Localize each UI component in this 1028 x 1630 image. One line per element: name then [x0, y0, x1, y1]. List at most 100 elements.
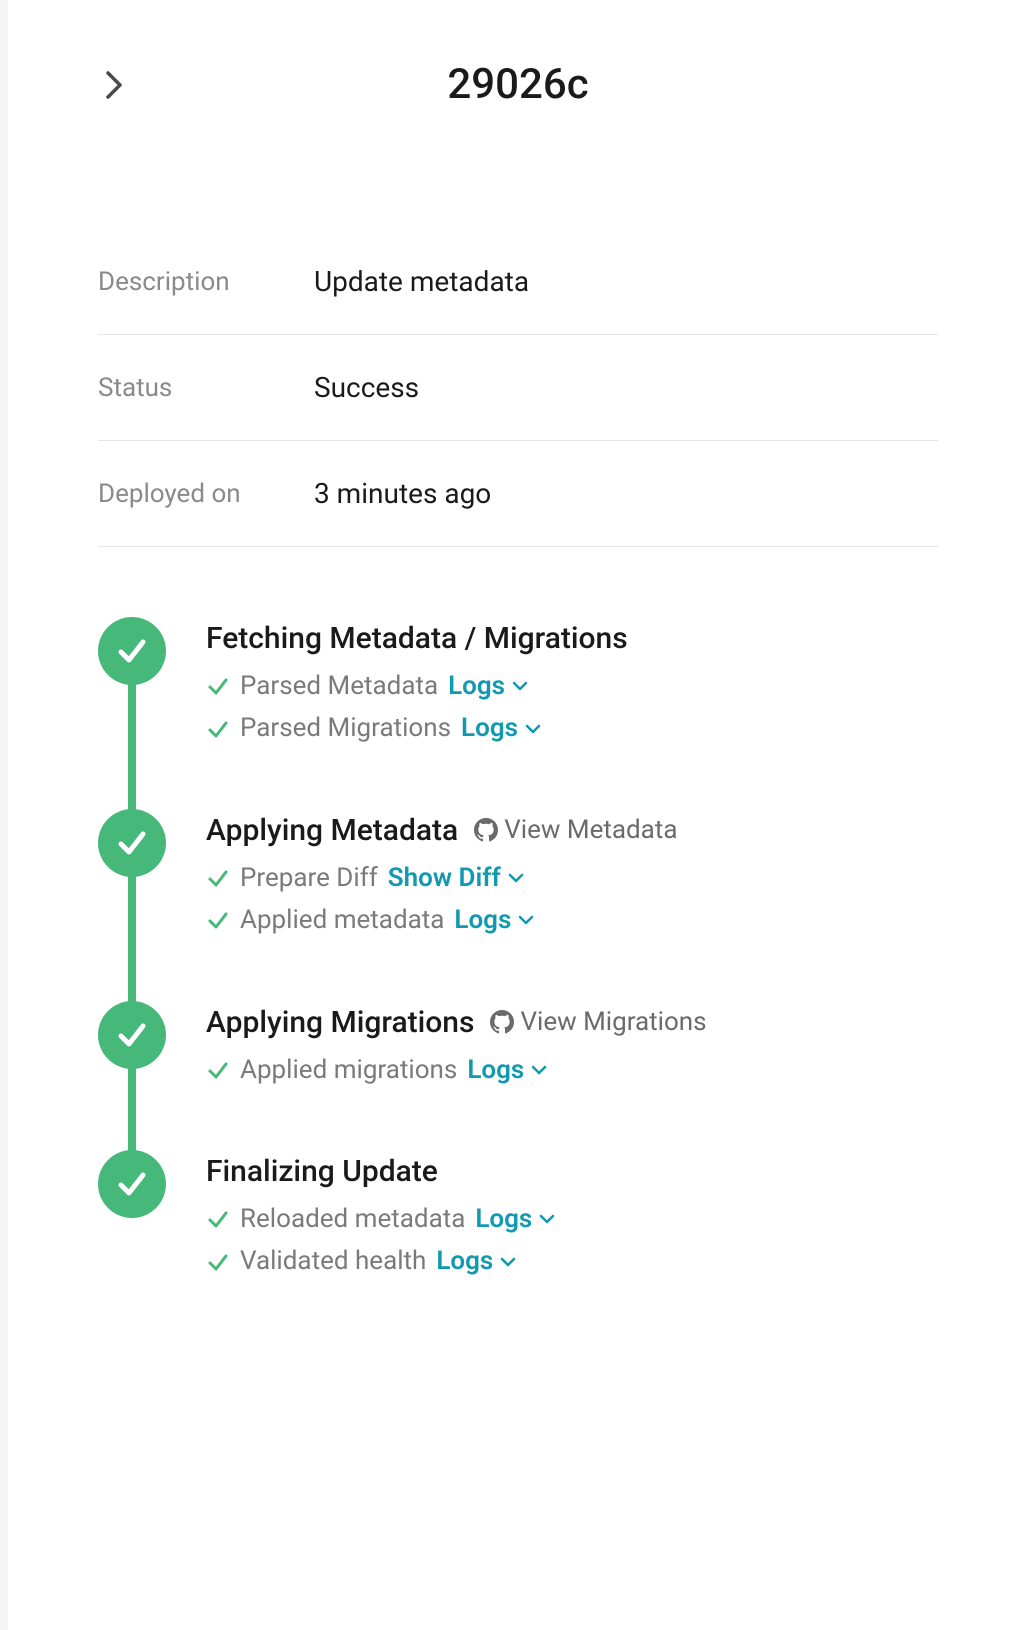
substep: Applied migrations Logs — [206, 1052, 938, 1088]
substep-check-icon — [206, 866, 230, 890]
page-title: 29026c — [98, 60, 938, 109]
substep-check-icon — [206, 1207, 230, 1231]
step-status-circle — [98, 1150, 166, 1218]
substep-action-label: Logs — [475, 1201, 532, 1237]
step-body: Finalizing UpdateReloaded metadataLogsVa… — [206, 1150, 938, 1280]
substep-label: Reloaded metadata — [240, 1201, 465, 1237]
meta-label: Deployed on — [98, 479, 314, 509]
check-icon — [206, 1058, 230, 1082]
substep: Parsed Metadata Logs — [206, 668, 938, 704]
check-icon — [206, 866, 230, 890]
substep: Reloaded metadata Logs — [206, 1201, 938, 1237]
substep-action-link[interactable]: Logs — [436, 1243, 517, 1279]
meta-label: Description — [98, 267, 314, 297]
substep-label: Parsed Metadata — [240, 668, 438, 704]
substep-action-label: Logs — [448, 668, 505, 704]
github-icon — [490, 1010, 514, 1034]
substep-label: Parsed Migrations — [240, 710, 451, 746]
substep-check-icon — [206, 717, 230, 741]
left-gutter — [0, 0, 8, 1630]
chevron-down-icon — [511, 677, 529, 695]
substep-action-label: Logs — [454, 902, 511, 938]
header: 29026c — [98, 60, 938, 109]
external-link[interactable]: View Migrations — [490, 1007, 706, 1037]
chevron-down-icon — [517, 911, 535, 929]
substep-action-link[interactable]: Logs — [475, 1201, 556, 1237]
chevron-down-icon — [517, 911, 535, 929]
chevron-down-icon — [538, 1210, 556, 1228]
external-link[interactable]: View Metadata — [474, 815, 677, 845]
substep-label: Applied migrations — [240, 1052, 457, 1088]
steps-timeline: Fetching Metadata / Migrations Parsed Met… — [98, 617, 938, 1280]
step-body: Applying Migrations View Migrations Applie… — [206, 1001, 938, 1088]
check-icon — [206, 1207, 230, 1231]
check-icon — [113, 1016, 151, 1054]
meta-value: 3 minutes ago — [314, 477, 491, 510]
check-icon — [206, 908, 230, 932]
chevron-down-icon — [530, 1061, 548, 1079]
substep: Parsed Migrations Logs — [206, 710, 938, 746]
step: Applying Migrations View Migrations Applie… — [98, 1001, 938, 1088]
step-status-circle — [98, 617, 166, 685]
meta-row-description: Description Update metadata — [98, 229, 938, 335]
substep-action-link[interactable]: Show Diff — [388, 860, 525, 896]
step-status-circle — [98, 1001, 166, 1069]
step-title-row: Applying Metadata View Metadata — [206, 813, 938, 848]
substep: Applied metadata Logs — [206, 902, 938, 938]
substep-action-link[interactable]: Logs — [461, 710, 542, 746]
step-title: Finalizing Update — [206, 1154, 438, 1189]
chevron-down-icon — [511, 677, 529, 695]
chevron-down-icon — [507, 869, 525, 887]
substep-action-label: Logs — [467, 1052, 524, 1088]
chevron-down-icon — [499, 1253, 517, 1271]
substep-action-label: Logs — [461, 710, 518, 746]
chevron-down-icon — [499, 1253, 517, 1271]
substep-check-icon — [206, 1058, 230, 1082]
step-title-row: Finalizing Update — [206, 1154, 938, 1189]
meta-row-deployed: Deployed on 3 minutes ago — [98, 441, 938, 547]
chevron-down-icon — [507, 869, 525, 887]
step-title-row: Applying Migrations View Migrations — [206, 1005, 938, 1040]
substep-check-icon — [206, 674, 230, 698]
check-icon — [206, 717, 230, 741]
substep: Validated health Logs — [206, 1243, 938, 1279]
check-icon — [113, 1165, 151, 1203]
chevron-down-icon — [524, 720, 542, 738]
substep-action-label: Show Diff — [388, 860, 501, 896]
meta-row-status: Status Success — [98, 335, 938, 441]
external-link-label: View Metadata — [504, 815, 677, 845]
substep-label: Prepare Diff — [240, 860, 378, 896]
substep-label: Applied metadata — [240, 902, 444, 938]
substep-label: Validated health — [240, 1243, 426, 1279]
substep-action-link[interactable]: Logs — [448, 668, 529, 704]
meta-value: Update metadata — [314, 265, 529, 298]
meta-label: Status — [98, 373, 314, 403]
check-icon — [206, 674, 230, 698]
substep-action-link[interactable]: Logs — [467, 1052, 548, 1088]
chevron-down-icon — [524, 720, 542, 738]
chevron-down-icon — [538, 1210, 556, 1228]
step-title: Fetching Metadata / Migrations — [206, 621, 628, 656]
step-status-circle — [98, 809, 166, 877]
step-title: Applying Metadata — [206, 813, 458, 848]
substep: Prepare Diff Show Diff — [206, 860, 938, 896]
meta-value: Success — [314, 371, 419, 404]
substep-action-label: Logs — [436, 1243, 493, 1279]
substep-action-link[interactable]: Logs — [454, 902, 535, 938]
step: Applying Metadata View Metadata Prepare Di… — [98, 809, 938, 939]
substep-check-icon — [206, 1250, 230, 1274]
check-icon — [206, 1250, 230, 1274]
check-icon — [113, 824, 151, 862]
github-icon — [474, 818, 498, 842]
deployment-panel: 29026c Description Update metadata Statu… — [8, 0, 1028, 1630]
step-body: Fetching Metadata / Migrations Parsed Met… — [206, 617, 938, 747]
external-link-label: View Migrations — [520, 1007, 706, 1037]
step-title-row: Fetching Metadata / Migrations — [206, 621, 938, 656]
step: Finalizing UpdateReloaded metadataLogsVa… — [98, 1150, 938, 1280]
step-body: Applying Metadata View Metadata Prepare Di… — [206, 809, 938, 939]
chevron-down-icon — [530, 1061, 548, 1079]
step: Fetching Metadata / Migrations Parsed Met… — [98, 617, 938, 747]
step-title: Applying Migrations — [206, 1005, 474, 1040]
substep-check-icon — [206, 908, 230, 932]
check-icon — [113, 632, 151, 670]
